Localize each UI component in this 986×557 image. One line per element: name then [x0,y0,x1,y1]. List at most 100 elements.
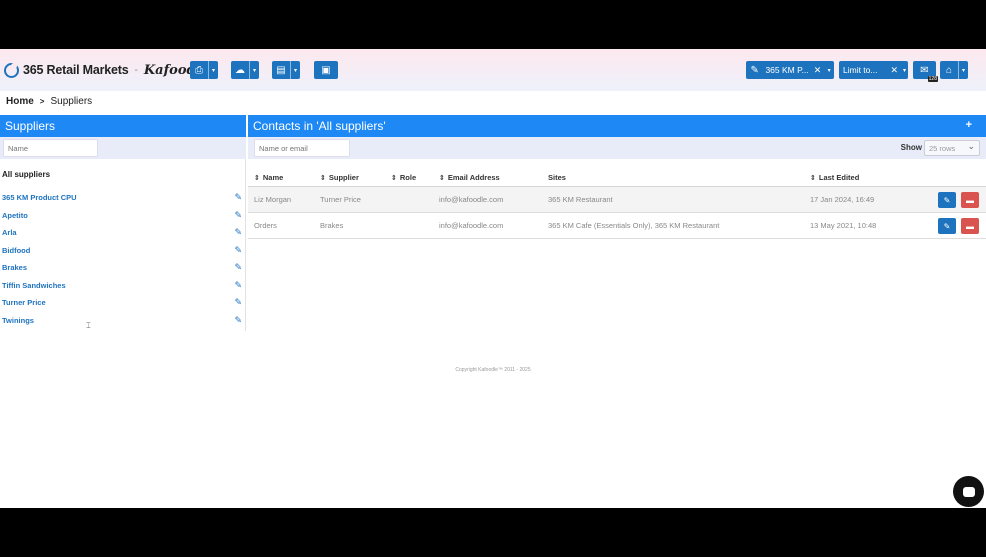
cell-last-edited: 17 Jan 2024, 16:49 [810,195,875,204]
supplier-name: Apetito [2,210,28,220]
cloud-icon: ☁ [235,64,245,76]
supplier-item[interactable]: 365 KM Product CPU ✎ [0,189,246,207]
pencil-icon[interactable]: ✎ [234,294,242,312]
column-header-email[interactable]: ⇕ Email Address [439,173,500,182]
edit-contact-button[interactable]: ✎ [938,218,956,234]
sort-icon: ⇕ [320,175,326,182]
chevron-down-icon: ▾ [827,67,831,74]
column-header-role[interactable]: ⇕ Role [391,173,416,182]
rows-per-page-value: 25 rows [929,144,956,153]
column-header-supplier[interactable]: ⇕ Supplier [320,173,359,182]
location-label: 365 KM P... [765,65,809,75]
breadcrumb-home[interactable]: Home [6,96,34,107]
location-selector[interactable]: ✎ 365 KM P... ✕ ▾ [746,61,834,79]
show-label: Show [900,143,922,152]
pencil-icon[interactable]: ✎ [234,224,242,242]
supplier-item[interactable]: Tiffin Sandwiches ✎ [0,277,246,295]
suppliers-header: Suppliers [0,115,246,137]
table-row[interactable]: Liz Morgan Turner Price info@kafoodle.co… [248,187,986,213]
column-header-last-edited[interactable]: ⇕ Last Edited [810,173,859,182]
supplier-item[interactable]: Bidfood ✎ [0,242,246,260]
delete-contact-button[interactable]: ▬ [961,192,979,208]
contacts-filter-bar: Show 25 rows [248,137,986,159]
delete-contact-button[interactable]: ▬ [961,218,979,234]
supplier-name-filter[interactable] [3,139,98,157]
home-icon: ⌂ [945,64,953,76]
sort-icon: ⇕ [391,175,397,182]
supplier-item[interactable]: Arla ✎ [0,224,246,242]
limit-selector[interactable]: Limit to... ✕ ▾ [839,61,908,79]
app-window: 365 Retail Markets - Kafoodlé ⎙ ▾ ☁ ▾ ▤ ▾ ▣… [0,49,986,508]
qr-button[interactable]: ▣ [314,61,338,79]
supplier-name: Brakes [2,263,28,272]
supplier-name: Turner Price [2,298,46,307]
mail-badge: 128 [927,76,938,82]
letterbox-top [0,0,986,49]
mail-icon: ✉ [920,64,929,76]
cell-sites: 365 KM Cafe (Essentials Only), 365 KM Re… [548,221,720,230]
all-suppliers-link[interactable]: All suppliers [2,170,50,179]
column-header-sites: Sites [548,173,566,182]
suppliers-title: Suppliers [5,119,56,133]
sort-icon: ⇕ [254,175,260,182]
add-contact-icon[interactable]: + [966,119,972,131]
contact-search-input[interactable] [254,139,350,157]
chevron-down-icon: ▾ [249,61,259,79]
pencil-icon[interactable]: ✎ [234,189,242,207]
cell-name: Orders [254,221,277,230]
sort-icon: ⇕ [439,175,445,182]
supplier-name: Twinings [2,315,34,325]
pencil-icon[interactable]: ✎ [234,312,242,330]
cell-sites: 365 KM Restaurant [548,195,613,204]
pencil-icon: ✎ [750,64,759,76]
cell-supplier: Turner Price [320,195,361,204]
contacts-title: Contacts in 'All suppliers' [253,119,386,133]
cell-email: info@kafoodle.com [439,195,504,204]
print-menu-button[interactable]: ⎙ ▾ [190,61,218,79]
chevron-down-icon: ▾ [903,67,907,74]
file-menu-button[interactable]: ▤ ▾ [272,61,300,79]
cloud-menu-button[interactable]: ☁ ▾ [231,61,259,79]
supplier-item[interactable]: Brakes ✎ [0,259,246,277]
brand-separator: - [134,64,138,76]
pencil-icon[interactable]: ✎ [234,242,242,260]
pencil-icon[interactable]: ✎ [234,259,242,277]
mail-button[interactable]: ✉ 128 [913,61,938,82]
chat-widget-button[interactable] [953,476,984,507]
footer-copyright: Copyright Kafoodle™ 2011 - 2025 [455,367,531,373]
brand[interactable]: 365 Retail Markets - Kafoodlé [4,61,209,79]
supplier-item[interactable]: Apetito ✎ [0,207,246,225]
suppliers-filter-bar [0,137,246,159]
edit-contact-button[interactable]: ✎ [938,192,956,208]
trash-icon: ▬ [966,195,974,205]
qr-icon: ▣ [321,64,331,76]
pencil-icon[interactable]: ✎ [234,207,242,225]
supplier-name: Tiffin Sandwiches [2,280,66,290]
chevron-down-icon: ▾ [290,61,300,79]
cell-last-edited: 13 May 2021, 10:48 [810,221,877,230]
home-menu-button[interactable]: ⌂ ▾ [940,61,968,79]
column-header-name[interactable]: ⇕ Name [254,173,283,182]
print-icon: ⎙ [195,64,203,76]
chat-icon [962,486,975,497]
clear-limit-icon[interactable]: ✕ [887,65,901,76]
supplier-item[interactable]: Turner Price ✎ [0,294,246,312]
table-row[interactable]: Orders Brakes info@kafoodle.com 365 KM C… [248,213,986,239]
brand-name: 365 Retail Markets [23,63,129,77]
supplier-item[interactable]: Twinings ✎ [0,312,246,330]
contacts-table: ⇕ Name ⇕ Supplier ⇕ Role ⇕ Email Address Sit… [248,167,986,239]
supplier-list: 365 KM Product CPU ✎ Apetito ✎ Arla ✎ Bidfo… [0,189,246,329]
clear-location-icon[interactable]: ✕ [811,65,825,76]
pencil-icon[interactable]: ✎ [234,277,242,295]
letterbox-bottom [0,508,986,557]
chevron-down-icon: ▾ [958,61,968,79]
mouse-cursor-icon: ⌶ [86,321,91,330]
breadcrumb-current: Suppliers [50,96,93,107]
supplier-name: Bidfood [2,245,31,255]
rows-per-page-select[interactable]: 25 rows [924,140,980,156]
limit-label: Limit to... [843,65,878,75]
breadcrumb-separator: > [39,97,45,106]
sort-icon: ⇕ [810,175,816,182]
supplier-name: Arla [2,228,17,237]
breadcrumb: Home > Suppliers [6,96,92,107]
